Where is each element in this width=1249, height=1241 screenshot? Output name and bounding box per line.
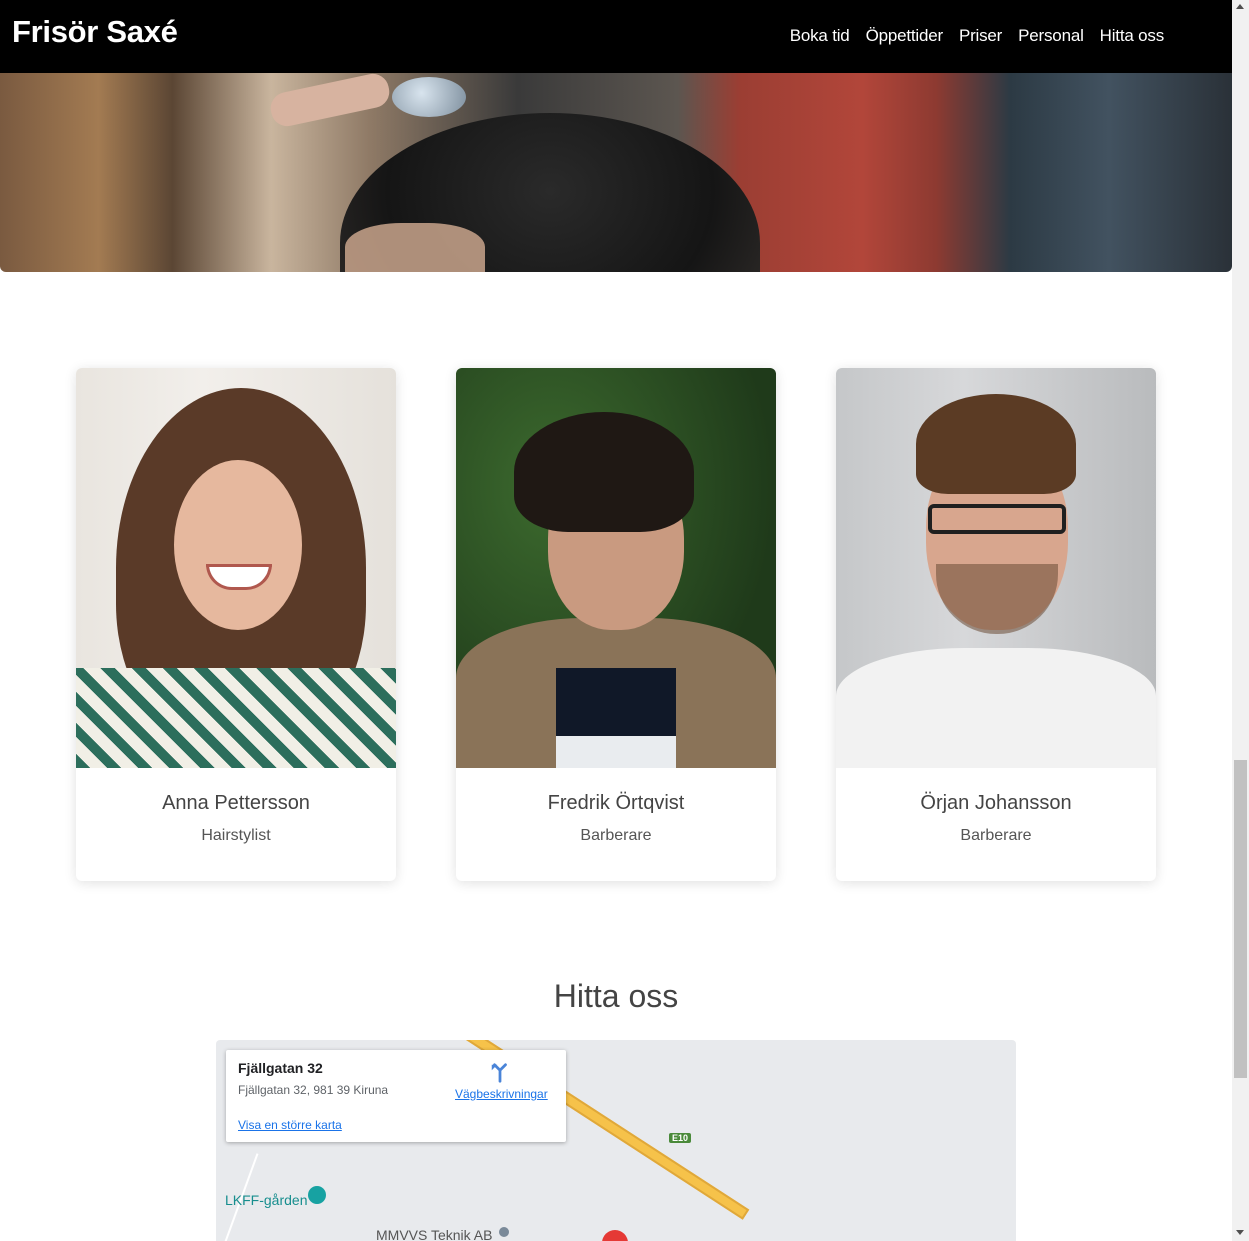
photo-shirt [76, 668, 396, 768]
nav-link-personal[interactable]: Personal [1018, 26, 1084, 46]
map-place-title: Fjällgatan 32 [238, 1060, 323, 1076]
photo-hair [514, 412, 694, 532]
photo-tee-stripe [556, 736, 676, 768]
map-poi-label[interactable]: MMVVS Teknik AB [376, 1227, 492, 1241]
scrollbar-thumb[interactable] [1234, 760, 1247, 1078]
map-poi-pin-icon[interactable] [308, 1186, 326, 1204]
section-title-hitta-oss: Hitta oss [553, 978, 679, 1014]
directions-link[interactable]: Vägbeskrivningar [455, 1087, 548, 1101]
page-scrollbar[interactable] [1232, 0, 1249, 1241]
hero-spray-can [392, 77, 466, 117]
staff-photo [836, 368, 1156, 768]
directions-icon[interactable] [488, 1062, 512, 1086]
map-road-label: E10 [669, 1133, 692, 1143]
staff-photo [456, 368, 776, 768]
photo-tee [836, 648, 1156, 768]
scroll-down-icon[interactable] [1236, 1230, 1244, 1235]
photo-face [174, 460, 302, 630]
photo-glasses [928, 504, 1066, 534]
staff-role: Barberare [960, 827, 1032, 844]
brand-logo[interactable]: Frisör Saxé [12, 14, 178, 50]
nav-link-hitta-oss[interactable]: Hitta oss [1100, 26, 1165, 46]
main-nav: Boka tid Öppettider Priser Personal Hitt… [774, 26, 1164, 46]
staff-role: Hairstylist [201, 827, 271, 844]
nav-link-priser[interactable]: Priser [959, 26, 1002, 46]
staff-card-orjan: Örjan Johansson Barberare [836, 368, 1156, 881]
larger-map-link[interactable]: Visa en större karta [238, 1118, 342, 1132]
directions-svg [491, 1063, 507, 1083]
nav-link-oppettider[interactable]: Öppettider [866, 26, 944, 46]
map-info-card: Fjällgatan 32 Fjällgatan 32, 981 39 Kiru… [226, 1050, 566, 1142]
photo-hair [916, 394, 1076, 494]
nav-link-boka-tid[interactable]: Boka tid [790, 26, 850, 46]
hero-image [0, 73, 1232, 272]
map-poi-pin-icon[interactable] [496, 1224, 512, 1240]
staff-name: Örjan Johansson [920, 792, 1072, 814]
hero-neck [345, 223, 485, 272]
staff-card-fredrik: Fredrik Örtqvist Barberare [456, 368, 776, 881]
staff-name: Anna Pettersson [162, 792, 310, 814]
hero-hand [267, 73, 393, 130]
staff-name: Fredrik Örtqvist [547, 792, 685, 814]
staff-card-anna: Anna Pettersson Hairstylist [76, 368, 396, 881]
staff-photo [76, 368, 396, 768]
map-location-marker-icon[interactable] [596, 1224, 634, 1241]
scroll-up-icon[interactable] [1236, 4, 1244, 9]
photo-beard [936, 564, 1058, 634]
map-place-address: Fjällgatan 32, 981 39 Kiruna [238, 1083, 389, 1097]
map-poi-label[interactable]: LKFF-gården [225, 1192, 307, 1208]
top-navbar: Frisör Saxé Boka tid Öppettider Priser P… [0, 0, 1232, 73]
staff-role: Barberare [580, 827, 652, 844]
